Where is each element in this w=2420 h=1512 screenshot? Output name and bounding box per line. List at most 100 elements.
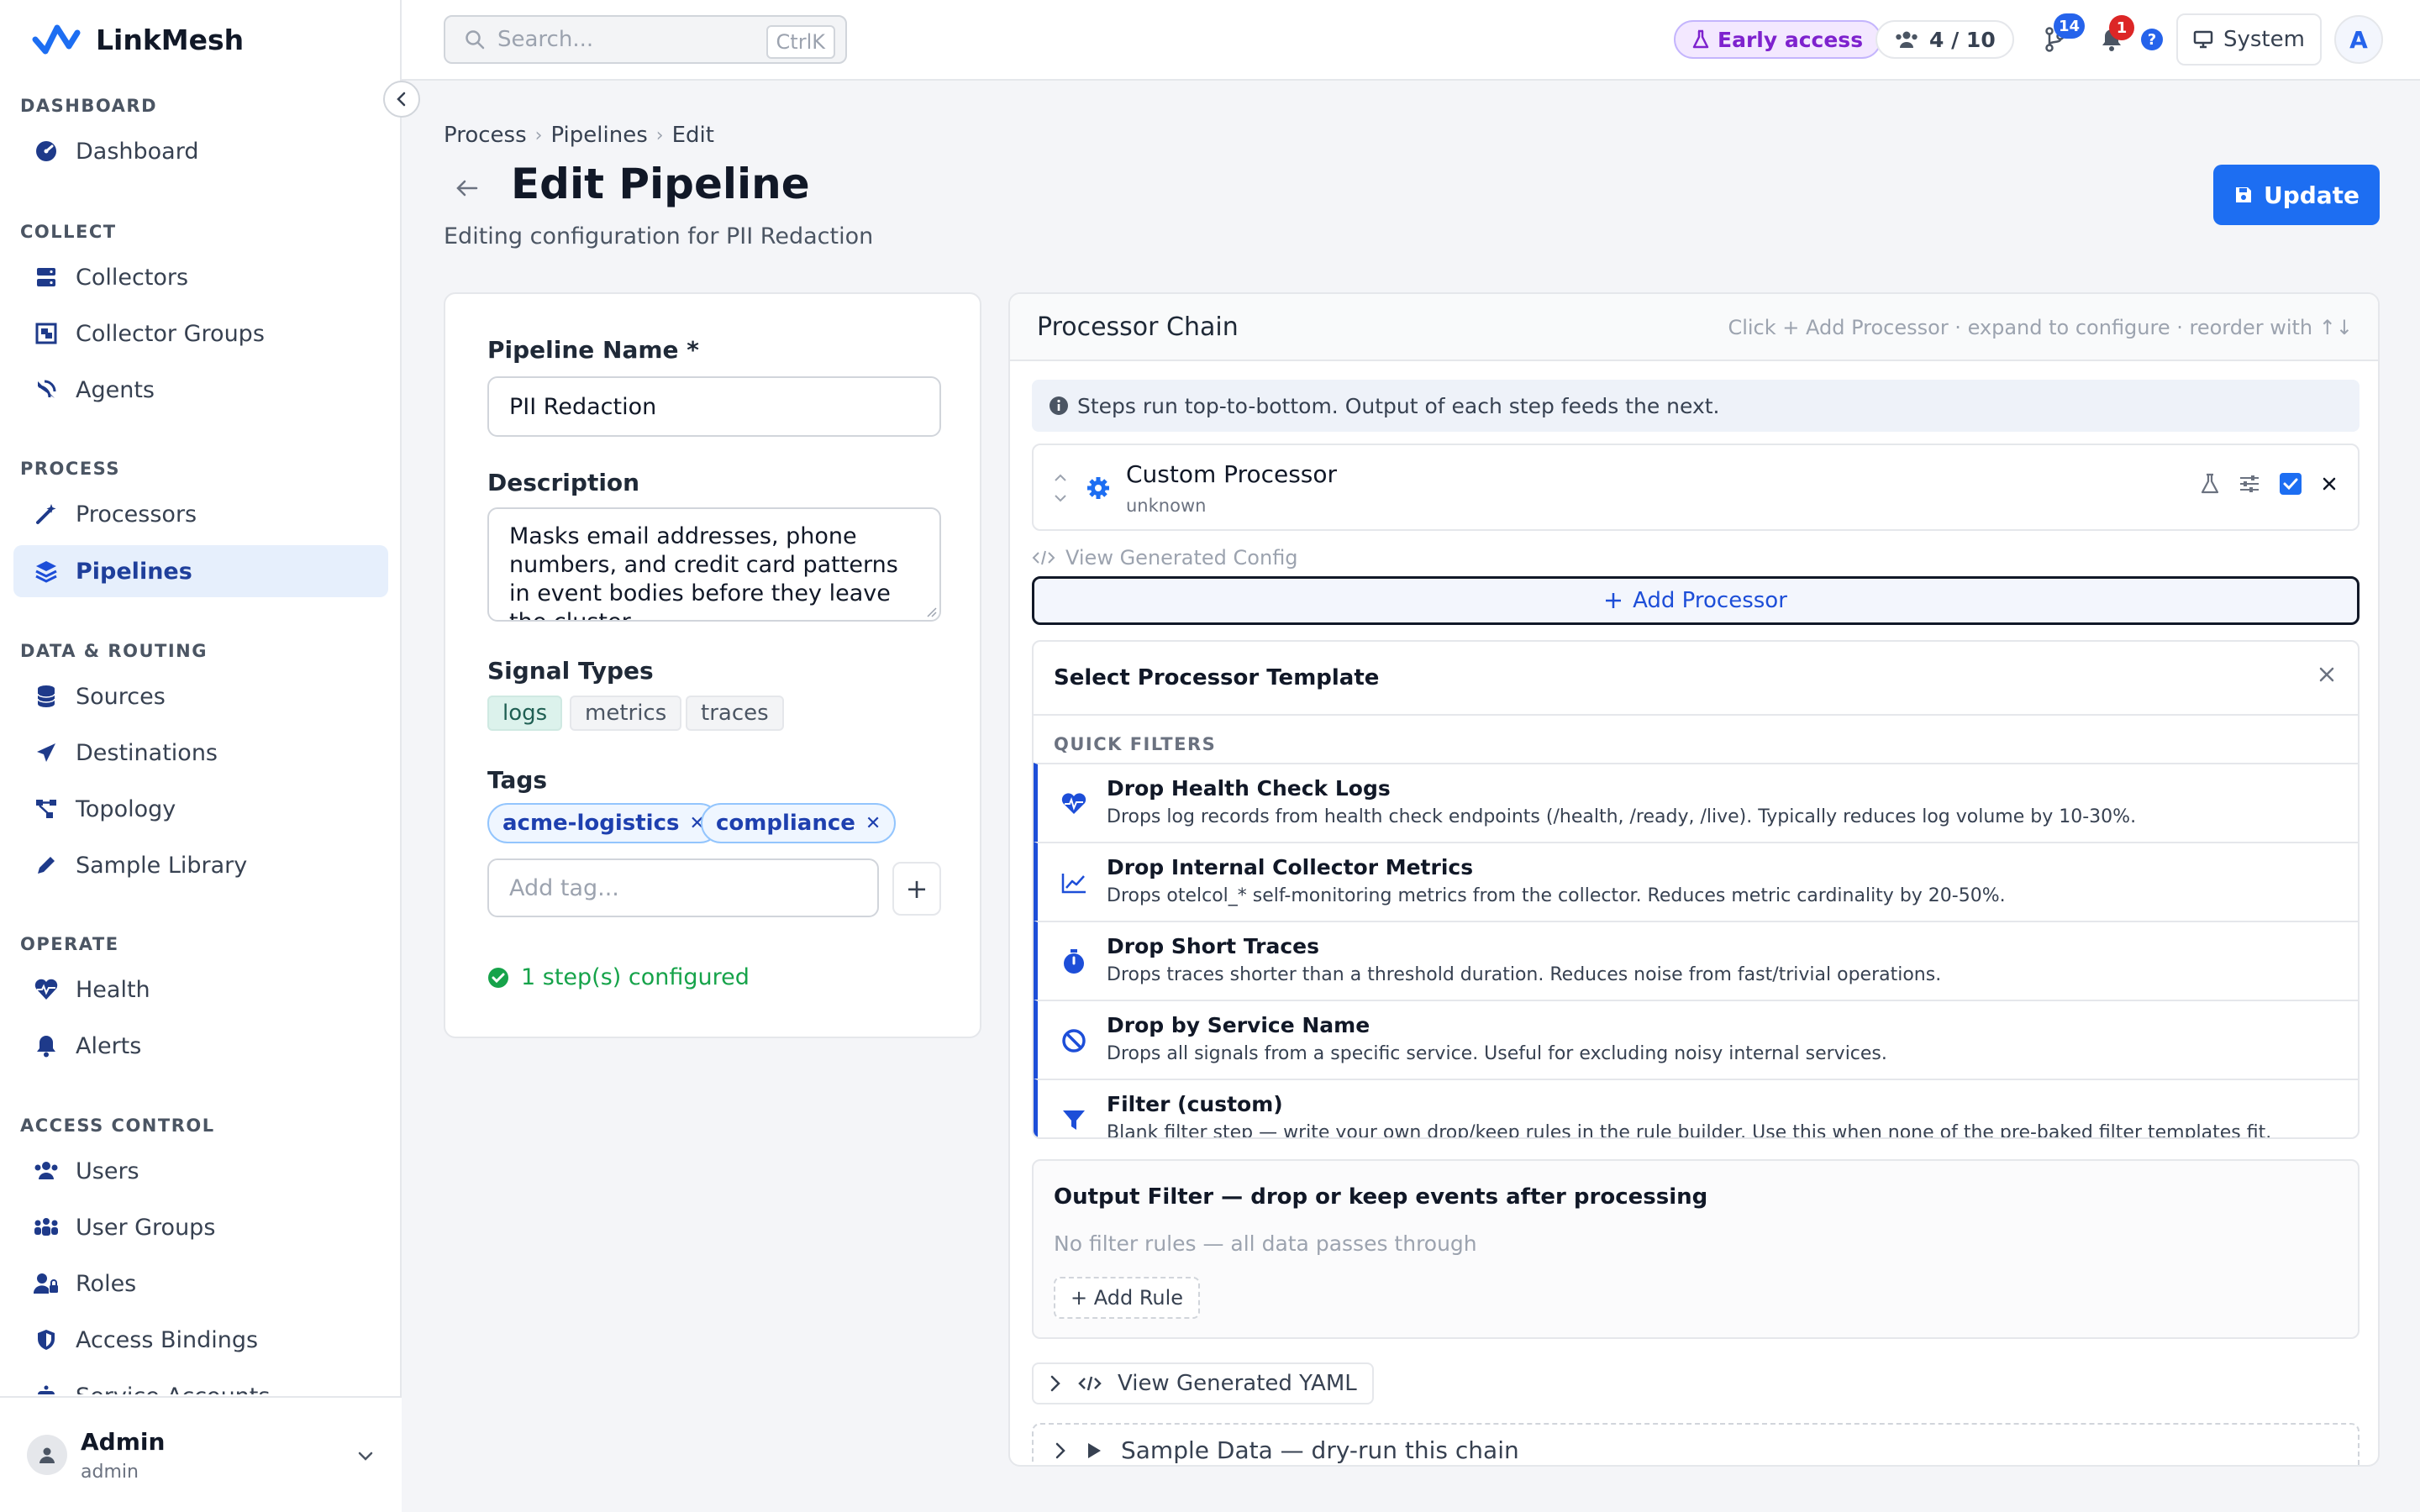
- breadcrumb-process[interactable]: Process: [444, 123, 527, 148]
- add-processor-button[interactable]: Add Processor: [1032, 576, 2360, 625]
- sidebar-item-alerts[interactable]: Alerts: [13, 1020, 388, 1072]
- sidebar-item-label: Health: [76, 976, 150, 1003]
- page-title: Edit Pipeline: [511, 160, 810, 208]
- signal-type-traces[interactable]: traces: [686, 696, 784, 731]
- enabled-checkbox[interactable]: [2279, 472, 2302, 496]
- chevron-right-icon: [1049, 1374, 1062, 1393]
- topbar: Search... CtrlK Early access 4 / 10 14 1…: [402, 0, 2420, 81]
- sample-data-label: Sample Data — dry-run this chain: [1121, 1436, 1519, 1464]
- output-filter-empty-state: No filter rules — all data passes throug…: [1054, 1231, 1477, 1256]
- people-group-icon: [32, 1213, 60, 1242]
- check-circle-icon: [487, 967, 509, 989]
- code-icon: [1032, 549, 1055, 566]
- pipeline-name-label: Pipeline Name *: [487, 336, 699, 364]
- sidebar-item-roles[interactable]: Roles: [13, 1257, 388, 1310]
- view-generated-config-link[interactable]: View Generated Config: [1032, 546, 1298, 570]
- description-textarea[interactable]: Masks email addresses, phone numbers, an…: [487, 507, 941, 622]
- pipelines-indicator[interactable]: 14: [2035, 13, 2086, 59]
- pipeline-name-input[interactable]: PII Redaction: [487, 376, 941, 437]
- notifications-button[interactable]: 1: [2092, 15, 2134, 59]
- reorder-arrows-icon[interactable]: [1052, 470, 1069, 506]
- nav-section-process: PROCESS: [20, 459, 120, 479]
- close-icon[interactable]: [2321, 475, 2338, 492]
- theme-label: System: [2223, 27, 2305, 52]
- search-placeholder: Search...: [497, 27, 594, 52]
- flask-icon[interactable]: [2200, 473, 2220, 495]
- template-drop-short-traces[interactable]: Drop Short Traces Drops traces shorter t…: [1034, 921, 2358, 1000]
- tag-label: compliance: [716, 811, 855, 836]
- processor-chain-card: Processor Chain Click + Add Processor · …: [1008, 292, 2380, 1467]
- ban-icon: [1060, 1026, 1088, 1055]
- chevron-right-icon: [1054, 1441, 1067, 1460]
- theme-toggle[interactable]: System: [2176, 13, 2322, 66]
- help-button[interactable]: ?: [2141, 29, 2163, 50]
- resize-handle-icon[interactable]: [924, 605, 938, 618]
- template-drop-by-service-name[interactable]: Drop by Service Name Drops all signals f…: [1034, 1000, 2358, 1079]
- chevron-right-icon: ›: [534, 124, 543, 146]
- template-drop-health-check-logs[interactable]: Drop Health Check Logs Drops log records…: [1034, 763, 2358, 842]
- nav-section-operate: OPERATE: [20, 934, 119, 954]
- app-logo[interactable]: LinkMesh: [32, 18, 244, 60]
- sidebar-item-user-groups[interactable]: User Groups: [13, 1201, 388, 1253]
- search-input[interactable]: Search... CtrlK: [444, 15, 847, 64]
- signal-type-logs[interactable]: logs: [487, 696, 563, 731]
- template-panel-header: Select Processor Template: [1034, 642, 2358, 716]
- sidebar-item-agents[interactable]: Agents: [13, 364, 388, 416]
- pen-icon: [32, 851, 60, 879]
- template-title: Drop by Service Name: [1107, 1013, 1370, 1037]
- magic-wand-icon: [32, 500, 60, 528]
- sidebar-item-processors[interactable]: Processors: [13, 488, 388, 540]
- sidebar-item-dashboard[interactable]: Dashboard: [13, 125, 388, 177]
- early-access-badge[interactable]: Early access: [1674, 20, 1882, 59]
- view-generated-yaml-toggle[interactable]: View Generated YAML: [1032, 1362, 1374, 1404]
- template-title: Filter (custom): [1107, 1092, 1283, 1116]
- processor-step[interactable]: Custom Processor unknown: [1032, 444, 2360, 531]
- chevron-down-icon: [355, 1445, 376, 1467]
- close-icon[interactable]: [2317, 665, 2336, 684]
- sidebar-item-label: Collectors: [76, 264, 189, 291]
- collapse-sidebar-button[interactable]: [383, 81, 420, 118]
- signal-types-label: Signal Types: [487, 657, 654, 685]
- save-icon: [2233, 185, 2254, 205]
- seats-usage[interactable]: 4 / 10: [1876, 20, 2014, 59]
- add-rule-button[interactable]: + Add Rule: [1054, 1277, 1201, 1319]
- add-tag-button[interactable]: +: [892, 862, 941, 916]
- processor-chain-title: Processor Chain: [1037, 312, 1239, 342]
- add-processor-label: Add Processor: [1633, 588, 1787, 613]
- sliders-icon[interactable]: [2238, 474, 2260, 494]
- layers-icon: [32, 557, 60, 585]
- sidebar-item-label: Access Bindings: [76, 1326, 259, 1353]
- sample-data-toggle[interactable]: Sample Data — dry-run this chain: [1032, 1423, 2360, 1465]
- heart-pulse-icon: [32, 975, 60, 1004]
- output-filter-title: Output Filter — drop or keep events afte…: [1054, 1184, 1708, 1210]
- sidebar-item-label: Destinations: [76, 739, 218, 766]
- sidebar-item-label: Roles: [76, 1270, 137, 1297]
- sidebar-item-destinations[interactable]: Destinations: [13, 727, 388, 779]
- object-group-icon: [32, 319, 60, 348]
- sidebar-item-collector-groups[interactable]: Collector Groups: [13, 307, 388, 360]
- user-menu[interactable]: Admin admin: [0, 1396, 402, 1512]
- sidebar-item-label: Collector Groups: [76, 320, 265, 347]
- signal-type-metrics[interactable]: metrics: [570, 696, 682, 731]
- processor-chain-header: Processor Chain Click + Add Processor · …: [1010, 294, 2378, 361]
- remove-tag-icon[interactable]: ✕: [865, 813, 881, 834]
- add-tag-input[interactable]: Add tag...: [487, 858, 879, 917]
- tag-label: acme-logistics: [502, 811, 680, 836]
- template-drop-internal-collector-metrics[interactable]: Drop Internal Collector Metrics Drops ot…: [1034, 842, 2358, 921]
- bell-icon: [32, 1032, 60, 1060]
- account-avatar[interactable]: A: [2334, 15, 2383, 64]
- sidebar-item-sources[interactable]: Sources: [13, 670, 388, 722]
- sidebar-item-access-bindings[interactable]: Access Bindings: [13, 1314, 388, 1366]
- sidebar-item-sample-library[interactable]: Sample Library: [13, 839, 388, 891]
- breadcrumb-pipelines[interactable]: Pipelines: [550, 123, 647, 148]
- sidebar-item-topology[interactable]: Topology: [13, 783, 388, 835]
- back-button[interactable]: [449, 170, 486, 207]
- sidebar-item-service-accounts[interactable]: Service Accounts: [13, 1370, 388, 1394]
- update-button[interactable]: Update: [2213, 165, 2380, 225]
- sidebar-item-pipelines[interactable]: Pipelines: [13, 545, 388, 597]
- sidebar-item-collectors[interactable]: Collectors: [13, 251, 388, 303]
- sidebar-item-users[interactable]: Users: [13, 1145, 388, 1197]
- template-filter-custom[interactable]: Filter (custom) Blank filter step — writ…: [1034, 1079, 2358, 1137]
- sidebar-item-health[interactable]: Health: [13, 963, 388, 1016]
- sidebar-item-label: Topology: [76, 795, 176, 822]
